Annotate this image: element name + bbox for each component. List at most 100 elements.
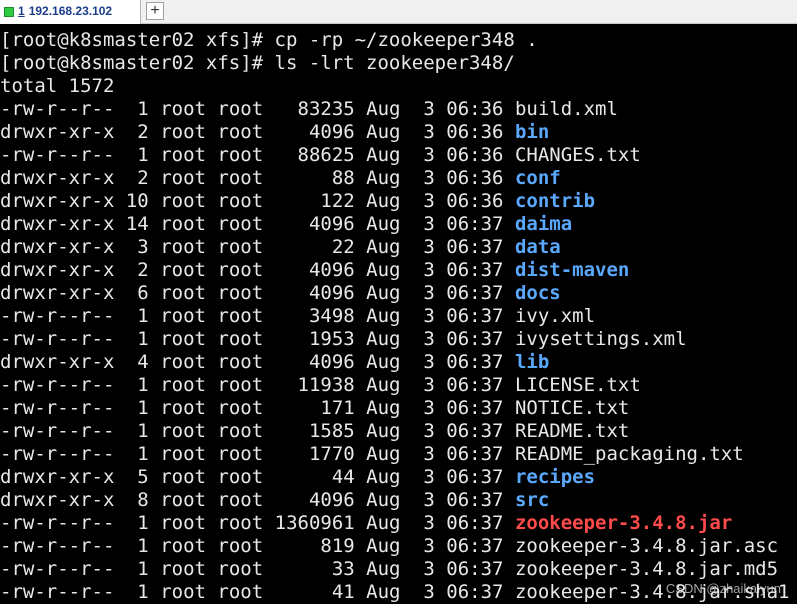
column-spacer: [355, 581, 366, 603]
column-spacer: [149, 374, 160, 396]
file-month: Aug: [366, 144, 401, 166]
file-time: 06:37: [446, 282, 504, 304]
file-owner: root: [160, 466, 206, 488]
session-tab[interactable]: 1 192.168.23.102: [0, 0, 141, 24]
listing-row: drwxr-xr-x 10 root root 122 Aug 3 06:36 …: [0, 190, 797, 213]
file-group: root: [217, 213, 264, 235]
directory-name: src: [514, 489, 550, 511]
column-spacer: [206, 489, 217, 511]
file-group: root: [217, 121, 264, 143]
directory-name: data: [514, 236, 561, 258]
file-group: root: [217, 374, 264, 396]
file-month: Aug: [366, 167, 401, 189]
file-permissions: -rw-r--r--: [0, 535, 115, 557]
file-month: Aug: [366, 558, 401, 580]
column-spacer: [114, 167, 137, 189]
tab-label: 1 192.168.23.102: [18, 4, 112, 18]
column-spacer: [503, 282, 514, 304]
directory-name: docs: [514, 282, 561, 304]
file-group: root: [217, 466, 264, 488]
column-spacer: [114, 420, 137, 442]
file-size: 3498: [308, 305, 355, 327]
file-size: 1360961: [274, 512, 355, 534]
column-spacer: [355, 489, 366, 511]
column-spacer: [263, 581, 332, 603]
file-month: Aug: [366, 512, 401, 534]
column-spacer: [355, 535, 366, 557]
file-owner: root: [160, 443, 206, 465]
file-time: 06:36: [446, 121, 504, 143]
column-spacer: [149, 144, 160, 166]
listing-row: drwxr-xr-x 8 root root 4096 Aug 3 06:37 …: [0, 489, 797, 512]
new-tab-button[interactable]: +: [146, 2, 164, 20]
column-spacer: [503, 512, 514, 534]
column-spacer: [149, 397, 160, 419]
file-month: Aug: [366, 535, 401, 557]
column-spacer: [149, 282, 160, 304]
file-month: Aug: [366, 282, 401, 304]
link-count: 2: [137, 259, 149, 281]
link-count: 14: [125, 213, 149, 235]
file-day: 3: [423, 98, 435, 120]
column-spacer: [206, 466, 217, 488]
column-spacer: [400, 190, 423, 212]
listing-row: drwxr-xr-x 2 root root 88 Aug 3 06:36 co…: [0, 167, 797, 190]
column-spacer: [435, 328, 446, 350]
file-time: 06:37: [446, 443, 504, 465]
column-spacer: [149, 581, 160, 603]
file-day: 3: [423, 581, 435, 603]
column-spacer: [400, 420, 423, 442]
directory-name: bin: [514, 121, 550, 143]
column-spacer: [263, 328, 309, 350]
column-spacer: [355, 167, 366, 189]
file-group: root: [217, 397, 264, 419]
column-spacer: [503, 328, 514, 350]
file-permissions: drwxr-xr-x: [0, 213, 115, 235]
column-spacer: [400, 351, 423, 373]
file-month: Aug: [366, 581, 401, 603]
column-spacer: [149, 535, 160, 557]
column-spacer: [263, 144, 297, 166]
file-size: 88625: [297, 144, 355, 166]
column-spacer: [400, 259, 423, 281]
watermark: CSDN @zhaikaiyun: [665, 581, 781, 596]
column-spacer: [263, 190, 320, 212]
file-size: 4096: [308, 351, 355, 373]
file-group: root: [217, 558, 264, 580]
column-spacer: [503, 489, 514, 511]
file-owner: root: [160, 121, 206, 143]
listing-row: -rw-r--r-- 1 root root 819 Aug 3 06:37 z…: [0, 535, 797, 558]
file-day: 3: [423, 489, 435, 511]
file-day: 3: [423, 466, 435, 488]
column-spacer: [114, 305, 137, 327]
tab-index: 1: [18, 4, 25, 18]
column-spacer: [206, 98, 217, 120]
column-spacer: [355, 466, 366, 488]
terminal-output[interactable]: [root@k8smaster02 xfs]# cp -rp ~/zookeep…: [0, 29, 797, 604]
file-group: root: [217, 535, 264, 557]
column-spacer: [400, 236, 423, 258]
column-spacer: [435, 190, 446, 212]
column-spacer: [114, 190, 125, 212]
file-time: 06:37: [446, 328, 504, 350]
column-spacer: [355, 512, 366, 534]
column-spacer: [263, 535, 320, 557]
column-spacer: [355, 397, 366, 419]
file-size: 11938: [297, 374, 355, 396]
column-spacer: [435, 305, 446, 327]
column-spacer: [206, 397, 217, 419]
column-spacer: [149, 121, 160, 143]
file-permissions: -rw-r--r--: [0, 420, 115, 442]
column-spacer: [503, 581, 514, 603]
column-spacer: [400, 144, 423, 166]
file-owner: root: [160, 305, 206, 327]
file-time: 06:37: [446, 466, 504, 488]
file-day: 3: [423, 443, 435, 465]
file-month: Aug: [366, 236, 401, 258]
column-spacer: [206, 144, 217, 166]
file-permissions: -rw-r--r--: [0, 581, 115, 603]
file-size: 83235: [297, 98, 355, 120]
column-spacer: [355, 236, 366, 258]
column-spacer: [114, 397, 137, 419]
file-month: Aug: [366, 466, 401, 488]
